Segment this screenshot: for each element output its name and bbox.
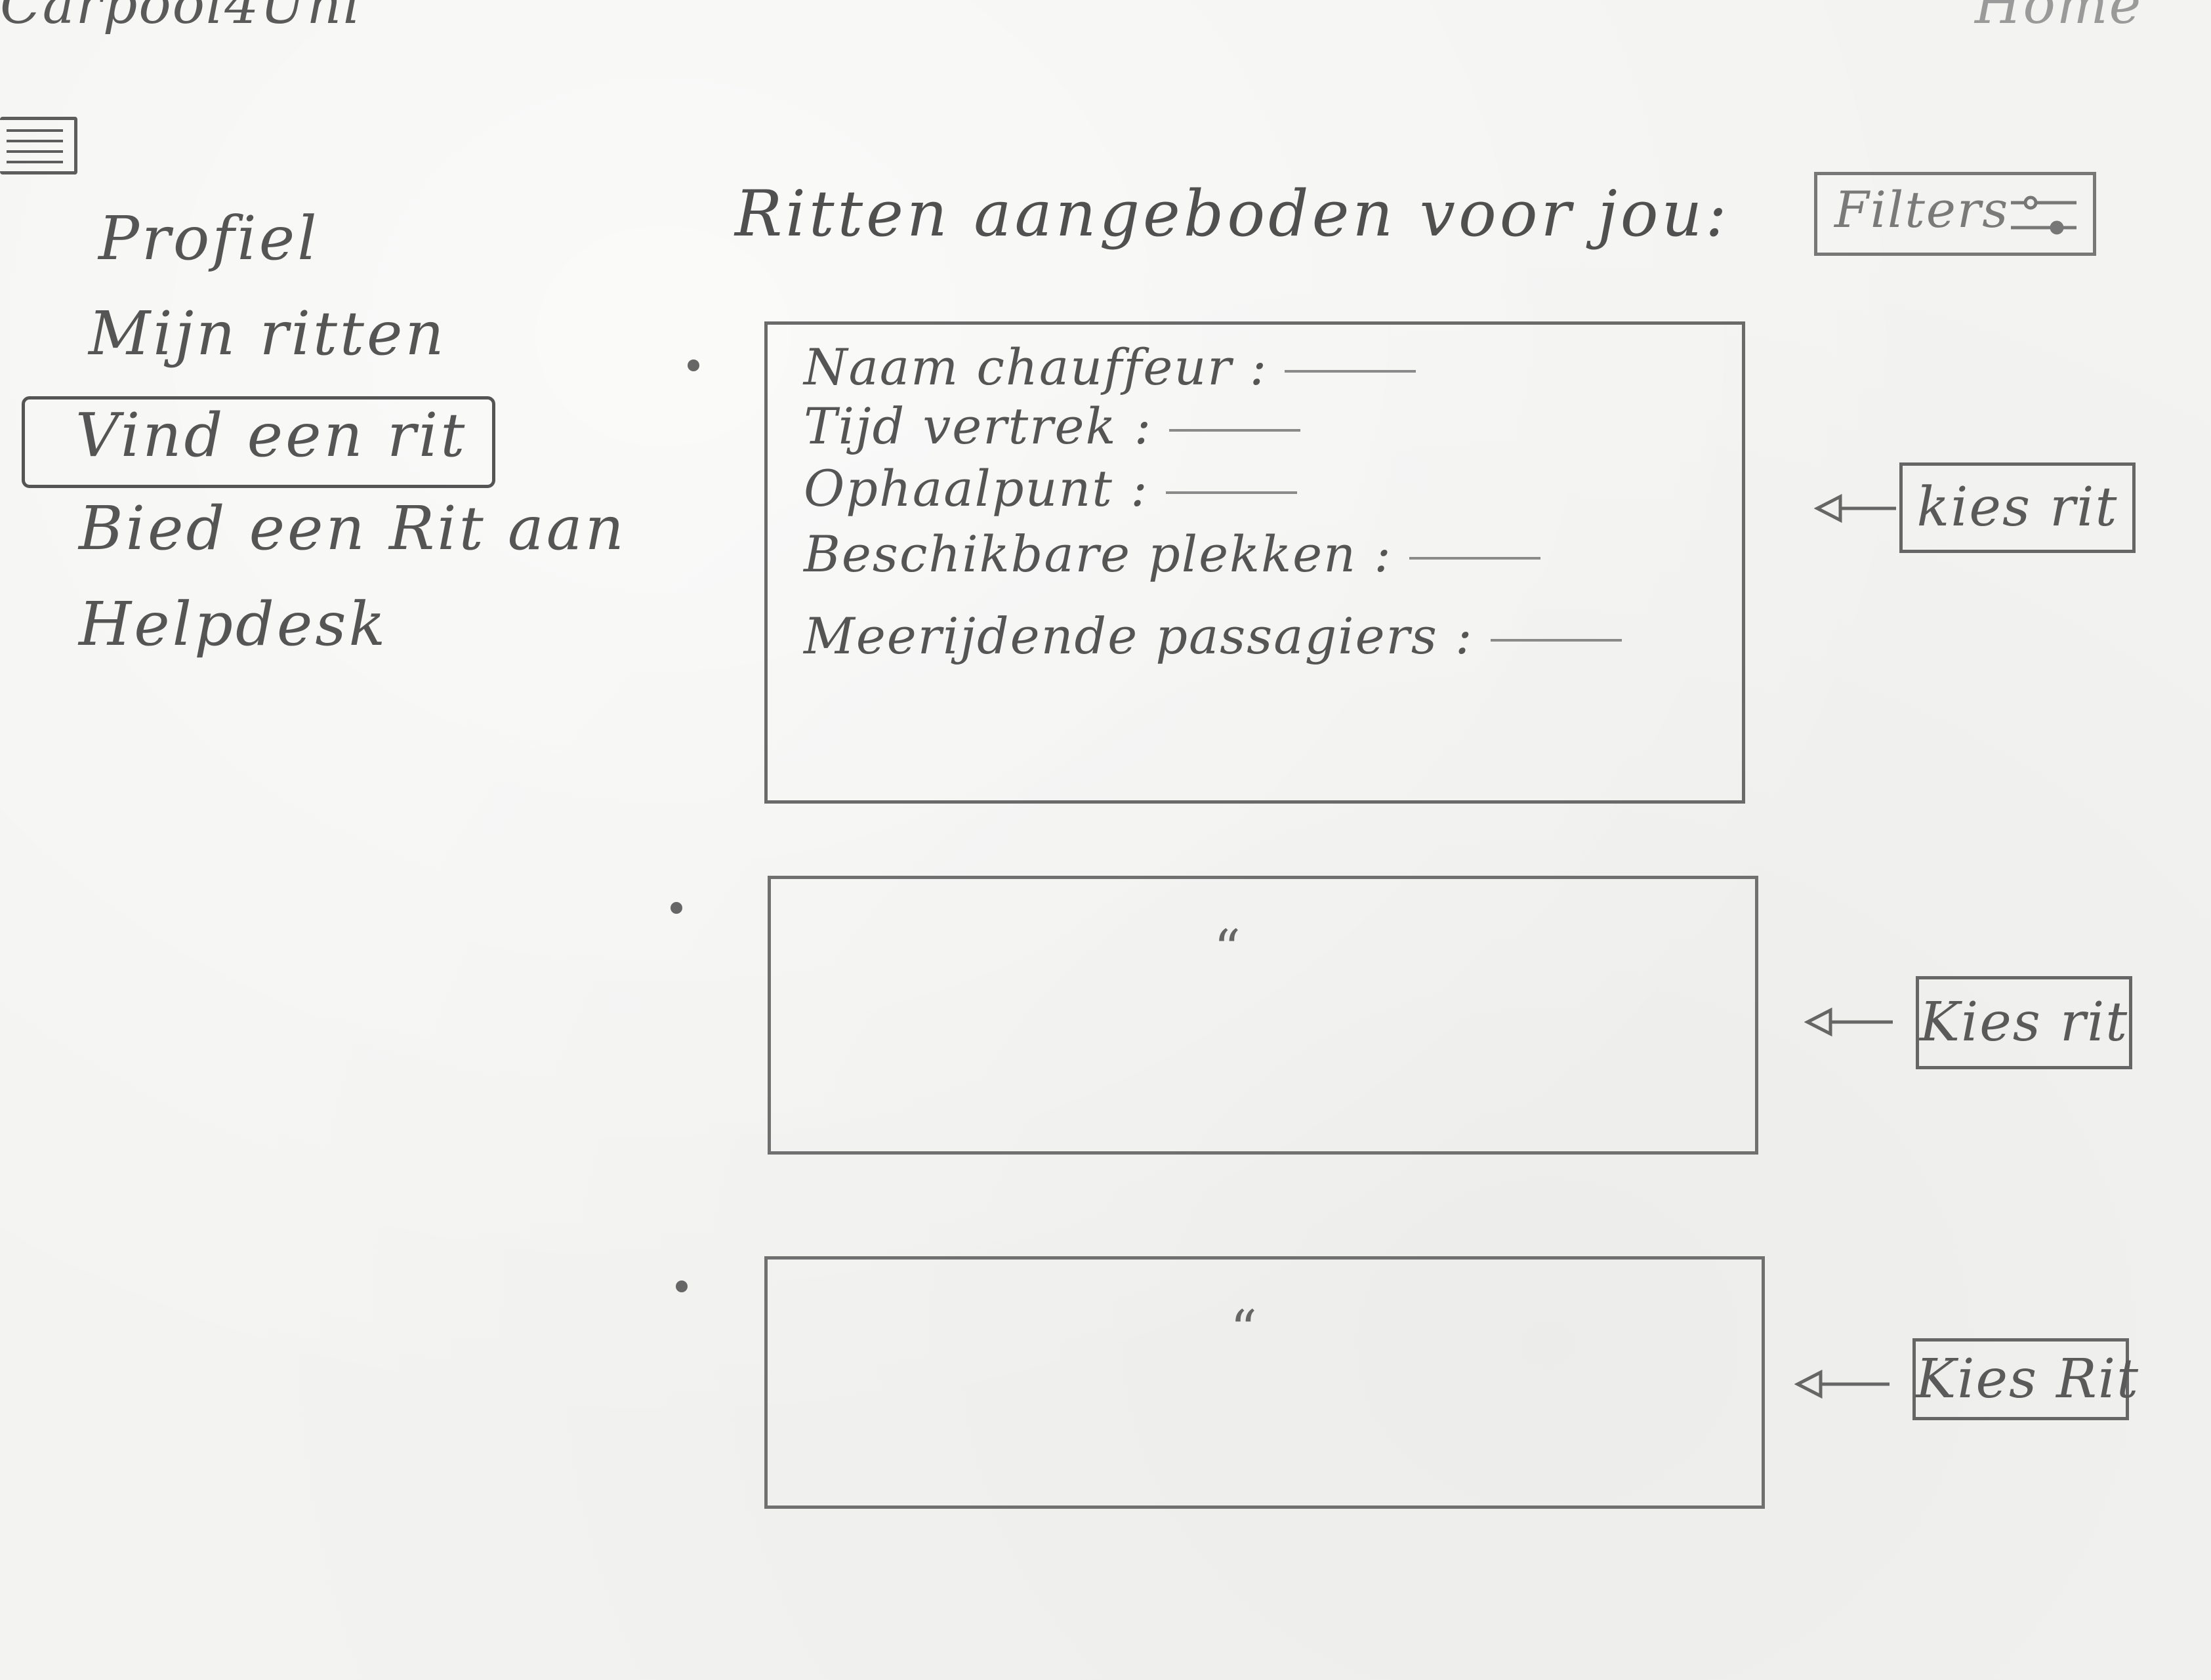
- home-link[interactable]: Home: [1975, 0, 2142, 36]
- arrow-left-icon: [1794, 1369, 1890, 1399]
- ride-field: Naam chauffeur :: [804, 338, 1416, 396]
- choose-ride-button[interactable]: Kies Rit: [1912, 1338, 2138, 1420]
- ride-bullet: [671, 902, 682, 914]
- arrow-left-icon: [1804, 1007, 1893, 1037]
- filters-button[interactable]: Filters: [1814, 172, 2096, 256]
- sidebar-item-helpdesk[interactable]: Helpdesk: [79, 589, 388, 659]
- ride-card: Naam chauffeur : Tijd vertrek : Ophaalpu…: [764, 321, 1745, 804]
- field-label: Meerijdende passagiers :: [804, 607, 1474, 665]
- field-label: Beschikbare plekken :: [804, 525, 1392, 583]
- ride-card: “: [768, 876, 1758, 1155]
- sidebar-item-profiel[interactable]: Profiel: [98, 203, 320, 274]
- page-heading: Ritten aangeboden voor jou:: [735, 177, 1730, 251]
- menu-icon[interactable]: [0, 117, 77, 174]
- field-blank: [1285, 370, 1416, 373]
- ride-field: Meerijdende passagiers :: [804, 607, 1622, 665]
- app-title: Carpool4Uni: [0, 0, 362, 36]
- ditto-mark: “: [1230, 1299, 1257, 1360]
- field-blank: [1169, 429, 1301, 432]
- field-label: Tijd vertrek :: [804, 397, 1153, 455]
- sidebar-item-vind-een-rit[interactable]: Vind een rit: [75, 400, 467, 470]
- field-label: Naam chauffeur :: [804, 338, 1268, 396]
- ride-bullet: [676, 1280, 688, 1292]
- ride-field: Tijd vertrek :: [804, 397, 1301, 455]
- field-blank: [1490, 639, 1622, 642]
- sliders-icon: [2011, 195, 2077, 235]
- filters-label: Filters: [1834, 180, 2010, 239]
- field-label: Ophaalpunt :: [804, 459, 1149, 518]
- field-blank: [1409, 557, 1540, 560]
- ride-card: “: [764, 1256, 1765, 1509]
- sidebar-item-mijn-ritten[interactable]: Mijn ritten: [89, 298, 447, 369]
- choose-ride-button[interactable]: Kies rit: [1916, 976, 2132, 1069]
- sidebar-item-bied-een-rit-aan[interactable]: Bied een Rit aan: [79, 493, 627, 563]
- ride-field: Ophaalpunt :: [804, 459, 1297, 518]
- ride-field: Beschikbare plekken :: [804, 525, 1540, 583]
- arrow-left-icon: [1814, 493, 1896, 523]
- choose-ride-button[interactable]: kies rit: [1899, 462, 2136, 553]
- field-blank: [1165, 491, 1297, 494]
- ride-bullet: [688, 359, 699, 371]
- ditto-mark: “: [1214, 918, 1241, 979]
